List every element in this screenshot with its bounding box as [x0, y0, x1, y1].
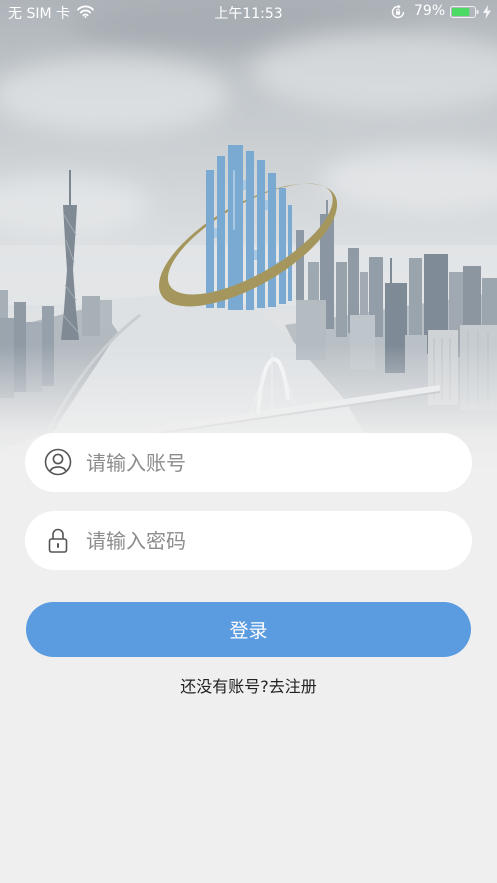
wifi-icon [77, 5, 94, 18]
account-field[interactable] [25, 433, 472, 492]
lock-icon [44, 526, 72, 554]
carrier-label: 无 SIM 卡 [8, 6, 70, 22]
user-icon [44, 448, 72, 476]
charging-icon [483, 5, 491, 19]
battery-percentage: 79% [414, 3, 446, 19]
status-time: 上午11:53 [214, 6, 283, 22]
battery-icon [450, 6, 480, 18]
account-input[interactable] [86, 433, 456, 492]
app-logo [159, 145, 337, 310]
rotation-lock-icon [391, 5, 405, 19]
battery-level [452, 8, 470, 16]
status-bar: 无 SIM 卡 上午11:53 79% [0, 0, 497, 24]
password-field[interactable] [25, 511, 472, 570]
register-link[interactable]: 还没有账号?去注册 [180, 673, 317, 697]
password-input[interactable] [86, 511, 456, 570]
login-button[interactable]: 登录 [26, 602, 471, 657]
